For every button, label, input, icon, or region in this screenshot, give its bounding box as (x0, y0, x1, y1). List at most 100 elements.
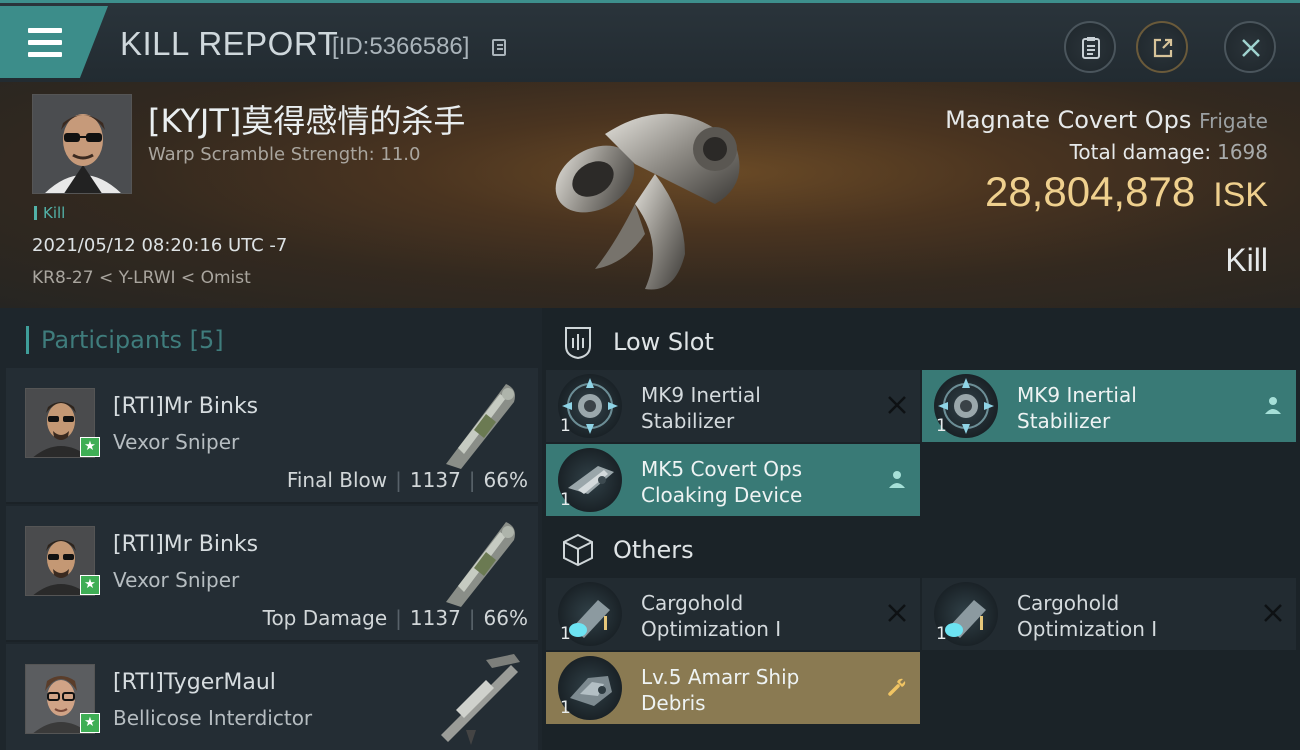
victim-avatar[interactable] (32, 94, 132, 194)
module-name-line2: Optimization I (641, 617, 782, 641)
participants-panel: Participants [5] ★ [RTI]Mr Binks Vexor S… (0, 308, 542, 750)
module-slot[interactable]: 1 MK5 Covert Ops Cloaking Device (546, 444, 920, 516)
warp-scramble-strength: Warp Scramble Strength: 11.0 (148, 144, 421, 165)
module-name-line1: MK9 Inertial (641, 383, 761, 407)
module-quantity: 1 (560, 624, 571, 644)
hamburger-icon-bar (28, 52, 62, 57)
module-name-line1: Cargohold (641, 591, 744, 615)
participant-role: Top Damage (262, 606, 388, 630)
module-quantity: 1 (560, 490, 571, 510)
ship-class: Frigate (1199, 109, 1268, 133)
participant-ship: Vexor Sniper (113, 568, 240, 592)
total-damage-label: Total damage: (1069, 140, 1212, 164)
participant-role: Final Blow (286, 468, 388, 492)
kill-tag: Kill (34, 206, 65, 221)
close-icon (888, 396, 906, 414)
module-slot[interactable]: 1 Lv.5 Amarr Ship Debris (546, 652, 920, 724)
top-bar: KILL REPORT [ID:5366586] (0, 0, 1300, 82)
module-name: MK9 Inertial Stabilizer (1017, 382, 1137, 434)
close-icon (888, 604, 906, 622)
total-damage-value: 1698 (1217, 140, 1268, 164)
participant-row[interactable]: ★ [RTI]Mr Binks Vexor Sniper Top Damage |… (6, 506, 538, 642)
participant-damage: 1137 (409, 606, 461, 630)
module-quantity: 1 (560, 698, 571, 718)
participant-ship: Vexor Sniper (113, 430, 240, 454)
participant-stats: Top Damage | 1137 | 66% (263, 606, 528, 630)
others-header: Others (542, 518, 1300, 578)
close-button[interactable] (1224, 21, 1276, 73)
share-icon (1153, 38, 1173, 58)
low-slot-header: Low Slot (542, 310, 1300, 370)
total-damage: Total damage: 1698 (1070, 140, 1268, 164)
participants-header: Participants [5] (26, 326, 224, 354)
participant-percent: 66% (483, 606, 528, 630)
victim-banner: [KYJT]莫得感情的杀手 Warp Scramble Strength: 11… (0, 82, 1300, 308)
separator: | (395, 606, 402, 630)
separator: | (468, 468, 476, 492)
participant-row[interactable]: ★ [RTI]TygerMaul Bellicose Interdictor (6, 644, 538, 750)
hamburger-icon (28, 28, 62, 33)
participant-name: [RTI]Mr Binks (113, 394, 259, 419)
close-icon (1242, 39, 1260, 57)
close-icon (1264, 604, 1282, 622)
star-icon: ★ (80, 437, 100, 457)
isk-unit: ISK (1213, 176, 1268, 214)
isk-value: 28,804,878 ISK (985, 168, 1268, 216)
module-name-line1: Cargohold (1017, 591, 1120, 615)
participant-name: [RTI]Mr Binks (113, 532, 259, 557)
clipboard-icon (1082, 37, 1100, 59)
victim-name[interactable]: [KYJT]莫得感情的杀手 (148, 96, 465, 142)
module-name-line2: Stabilizer (641, 409, 735, 433)
menu-button[interactable] (0, 6, 108, 78)
module-name: MK9 Inertial Stabilizer (641, 382, 761, 434)
participant-percent: 66% (483, 468, 528, 492)
participant-ship-image (446, 522, 515, 607)
ship-name-text: Magnate Covert Ops (945, 106, 1192, 134)
module-name-line1: MK5 Covert Ops (641, 457, 803, 481)
participant-row[interactable]: ★ [RTI]Mr Binks Vexor Sniper Final Blow |… (6, 368, 538, 504)
module-name-line2: Debris (641, 691, 706, 715)
modules-panel: Low Slot 1 MK9 Inertial Stabilizer 1 MK9… (542, 308, 1300, 750)
isk-amount: 28,804,878 (984, 168, 1196, 215)
module-name-line2: Cloaking Device (641, 483, 803, 507)
module-slot[interactable]: 1 Cargohold Optimization I (922, 578, 1296, 650)
hamburger-icon-bar (28, 40, 62, 45)
module-quantity: 1 (936, 416, 947, 436)
share-button[interactable] (1136, 21, 1188, 73)
participant-ship-image (441, 654, 520, 745)
timestamp: 2021/05/12 08:20:16 UTC -7 (32, 235, 288, 256)
person-icon (1265, 397, 1281, 414)
low-slot-icon (565, 327, 591, 360)
module-quantity: 1 (936, 624, 947, 644)
low-slot-title: Low Slot (613, 328, 714, 356)
star-icon: ★ (80, 575, 100, 595)
location-route[interactable]: KR8-27 < Y-LRWI < Omist (32, 268, 251, 288)
page-title: KILL REPORT (120, 25, 339, 62)
module-slot[interactable]: 1 MK9 Inertial Stabilizer (922, 370, 1296, 442)
module-name: Cargohold Optimization I (1017, 590, 1157, 642)
clipboard-button[interactable] (1064, 21, 1116, 73)
module-name: Cargohold Optimization I (641, 590, 781, 642)
copy-id-icon[interactable] (492, 39, 506, 56)
module-slot[interactable]: 1 MK9 Inertial Stabilizer (546, 370, 920, 442)
participant-ship-image (446, 384, 515, 469)
victim-ship-image[interactable] (535, 94, 765, 304)
ship-name: Magnate Covert Ops Frigate (945, 106, 1268, 134)
participants-count: [5] (189, 326, 224, 354)
module-name: MK5 Covert Ops Cloaking Device (641, 456, 802, 508)
module-name-line1: Lv.5 Amarr Ship (641, 665, 800, 689)
result-label: Kill (1225, 242, 1268, 278)
module-name-line2: Stabilizer (1017, 409, 1111, 433)
star-icon: ★ (80, 713, 100, 733)
module-name-line2: Optimization I (1017, 617, 1158, 641)
module-slot[interactable]: 1 Cargohold Optimization I (546, 578, 920, 650)
separator: | (468, 606, 476, 630)
module-name: Lv.5 Amarr Ship Debris (641, 664, 799, 716)
participant-name: [RTI]TygerMaul (113, 670, 276, 695)
person-icon (889, 471, 905, 488)
separator: | (395, 468, 402, 492)
participant-ship: Bellicose Interdictor (113, 706, 313, 730)
participant-stats: Final Blow | 1137 | 66% (287, 468, 528, 492)
module-quantity: 1 (560, 416, 571, 436)
participant-damage: 1137 (409, 468, 461, 492)
